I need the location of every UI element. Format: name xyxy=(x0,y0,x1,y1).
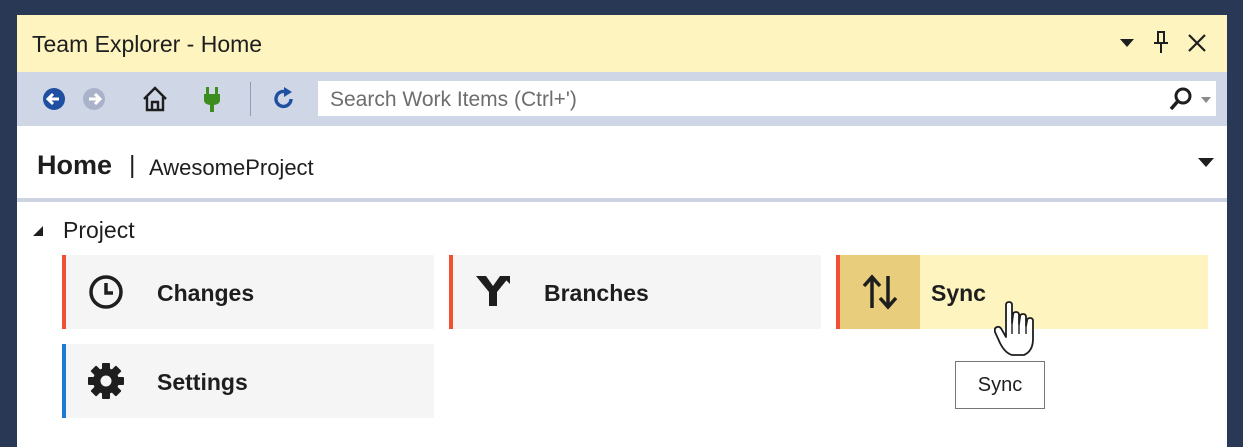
page-menu-chevron-icon[interactable] xyxy=(1197,156,1215,170)
toolbar-separator xyxy=(250,82,251,116)
search-input[interactable] xyxy=(328,85,1132,115)
title-bar: Team Explorer - Home xyxy=(17,15,1227,72)
search-box[interactable] xyxy=(317,80,1217,117)
refresh-icon[interactable] xyxy=(269,83,299,115)
search-icon[interactable] xyxy=(1168,86,1194,112)
team-explorer-window: Team Explorer - Home Search Work Items (… xyxy=(17,15,1227,447)
gear-icon xyxy=(66,344,146,418)
clock-icon xyxy=(66,255,146,329)
window-title: Team Explorer - Home xyxy=(32,31,263,57)
branch-icon xyxy=(453,255,533,329)
close-icon[interactable] xyxy=(1183,27,1211,57)
tooltip: Sync xyxy=(955,361,1045,409)
section-label: Project xyxy=(63,217,135,243)
tile-label: Branches xyxy=(544,280,649,306)
forward-arrow-icon[interactable] xyxy=(79,83,109,115)
home-header: Home | AwesomeProject xyxy=(17,126,1227,202)
back-arrow-icon[interactable] xyxy=(39,83,69,115)
tile-changes[interactable]: Changes xyxy=(62,255,434,329)
home-icon[interactable] xyxy=(140,83,170,115)
tile-settings[interactable]: Settings xyxy=(62,344,434,418)
title-separator: | xyxy=(129,151,136,179)
project-name: AwesomeProject xyxy=(149,155,314,180)
tile-label: Changes xyxy=(157,280,255,306)
hand-cursor-icon xyxy=(993,301,1034,359)
chevron-down-icon[interactable] xyxy=(1113,27,1141,57)
tile-branches[interactable]: Branches xyxy=(449,255,821,329)
page-title: Home xyxy=(37,150,113,180)
tile-label: Sync xyxy=(931,280,986,306)
search-options-chevron-icon[interactable] xyxy=(1199,89,1213,109)
tile-label: Settings xyxy=(157,369,248,395)
sync-arrows-icon xyxy=(840,255,920,329)
toolbar xyxy=(17,72,1227,126)
collapse-triangle-icon[interactable] xyxy=(31,224,45,238)
connect-plug-icon[interactable] xyxy=(197,83,227,115)
pin-icon[interactable] xyxy=(1147,27,1175,57)
